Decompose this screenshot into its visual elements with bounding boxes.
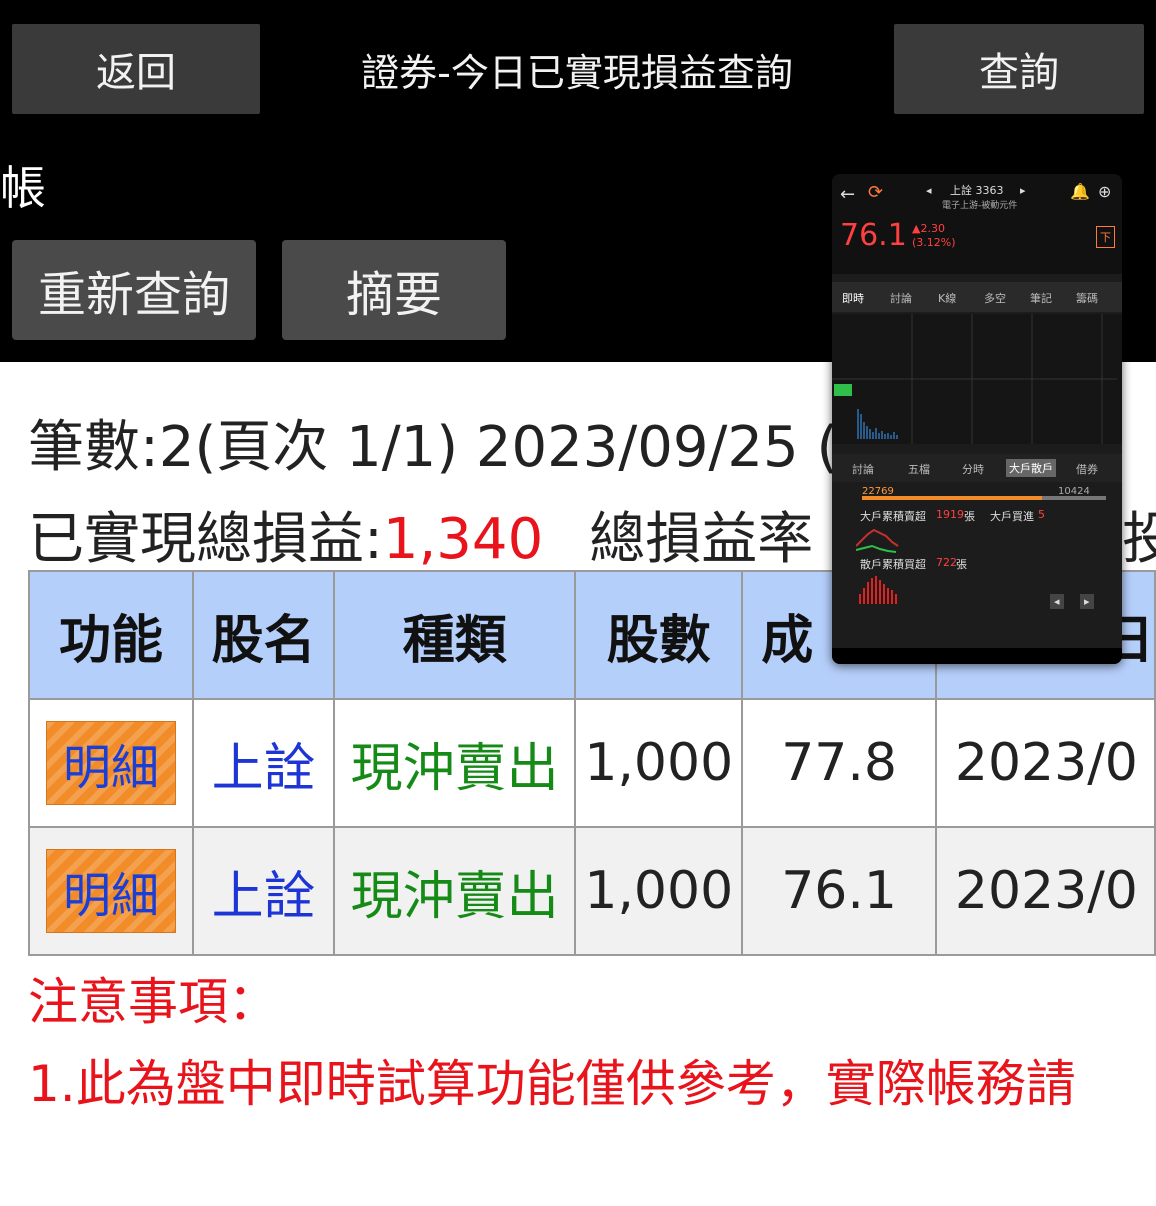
prev-page-icon[interactable]: ◂ [1050,594,1064,609]
summary-button[interactable]: 摘要 [282,240,506,340]
mini-change-pct: (3.12%) [912,236,956,249]
big-net-label: 大戶買進 [990,510,1034,523]
mini-price: 76.1 [840,218,907,253]
detail-button[interactable]: 明細 [46,849,177,933]
mini-tab2[interactable]: 五檔 [908,461,930,477]
mini-tab2[interactable]: 分時 [962,461,984,477]
mini-tab2-selected[interactable]: 大戶散戶 [1006,459,1056,477]
price-cell: 76.1 [741,826,937,956]
total-rate-label: 總損益率 [589,507,814,572]
header-type: 種類 [333,570,577,700]
total-pl-line: 已實現總損益:1,340 總損益率 [28,494,813,575]
notes-heading: 注意事項： [28,973,278,1031]
order-button[interactable]: 下 [1096,226,1115,248]
mini-footer [832,648,1122,664]
trade-type: 現沖賣出 [333,826,577,956]
invest-label: 投 [1122,507,1156,572]
header-stock-name: 股名 [192,570,336,700]
header-function: 功能 [27,570,195,700]
mini-intraday-chart [832,314,1122,444]
next-page-icon[interactable]: ▸ [1080,594,1094,609]
total-pl-label: 已實現總損益: [28,507,383,572]
account-label: 帳 [0,161,46,215]
page-title: 證券-今日已實現損益查詢 [361,50,793,95]
retail-buy-value: 722 [936,556,957,569]
requery-button[interactable]: 重新查詢 [12,240,256,340]
mini-stock-sub: 電子上游-被動元件 [942,201,1018,211]
notes-line-1: 1.此為盤中即時試算功能僅供參考，實際帳務請 [28,1055,1076,1113]
big-net-value: 5 [1038,508,1045,521]
mini-tabs: 即時 討論 K線 多空 筆記 籌碼 [832,282,1122,312]
shares-cell: 1,000 [574,826,744,956]
big-sell-value: 1919 [936,508,964,521]
bell-icon[interactable]: 🔔 [1070,182,1090,201]
next-stock-icon[interactable]: ▸ [1020,184,1026,197]
header-shares: 股數 [574,570,744,700]
record-count: 筆數:2(頁次 1/1) 2023/09/25 ( [28,415,839,480]
shares-cell: 1,000 [574,698,744,828]
big-sell-unit: 張 [964,510,975,523]
back-button[interactable]: 返回 [12,24,260,114]
date-cell: 2023/0 [934,698,1156,828]
query-button[interactable]: 查詢 [894,24,1144,114]
mini-tab[interactable]: 籌碼 [1076,290,1098,306]
mini-tab[interactable]: 筆記 [1030,290,1052,306]
mini-tabs-secondary: 討論 五檔 分時 大戶散戶 借券 [832,454,1122,482]
big-sell-label: 大戶累積賣超 [860,510,926,523]
big-bar [862,496,1042,500]
total-pl-value: 1,340 [382,507,544,572]
small-bar [1042,496,1106,500]
add-icon[interactable]: ⊕ [1098,182,1111,201]
table-row: 明細 上詮 現沖賣出 1,000 76.1 2023/0 [27,826,1156,956]
mini-stock-name: 上詮 3363 [950,184,1004,197]
mini-tab[interactable]: 即時 [842,290,864,306]
back-arrow-icon[interactable]: ← [840,184,855,205]
retail-buy-unit: 張 [956,558,967,571]
refresh-icon[interactable]: ⟳ [868,182,883,203]
date-cell: 2023/0 [934,826,1156,956]
mini-tab[interactable]: 多空 [984,290,1006,306]
mini-tab[interactable]: 討論 [890,290,912,306]
table-row: 明細 上詮 現沖賣出 1,000 77.8 2023/0 [27,698,1156,828]
stock-name-link[interactable]: 上詮 [192,698,336,828]
prev-stock-icon[interactable]: ◂ [926,184,932,197]
mini-tab2[interactable]: 討論 [852,461,874,477]
price-cell: 77.8 [741,698,937,828]
big-chart-svg [856,528,899,553]
trade-type: 現沖賣出 [333,698,577,828]
mini-tab[interactable]: K線 [938,290,956,306]
detail-button[interactable]: 明細 [46,721,177,805]
floating-stock-window[interactable]: ← ⟳ 上詮 3363 電子上游-被動元件 ◂ ▸ 🔔 ⊕ 76.1 ▲2.30… [832,174,1122,664]
mini-chart-svg [832,314,1117,444]
retail-buy-label: 散戶累積買超 [860,558,926,571]
retail-chart-svg [859,576,897,604]
mini-tab2[interactable]: 借券 [1076,461,1098,477]
stock-name-link[interactable]: 上詮 [192,826,336,956]
mini-change: ▲2.30 [912,222,945,235]
